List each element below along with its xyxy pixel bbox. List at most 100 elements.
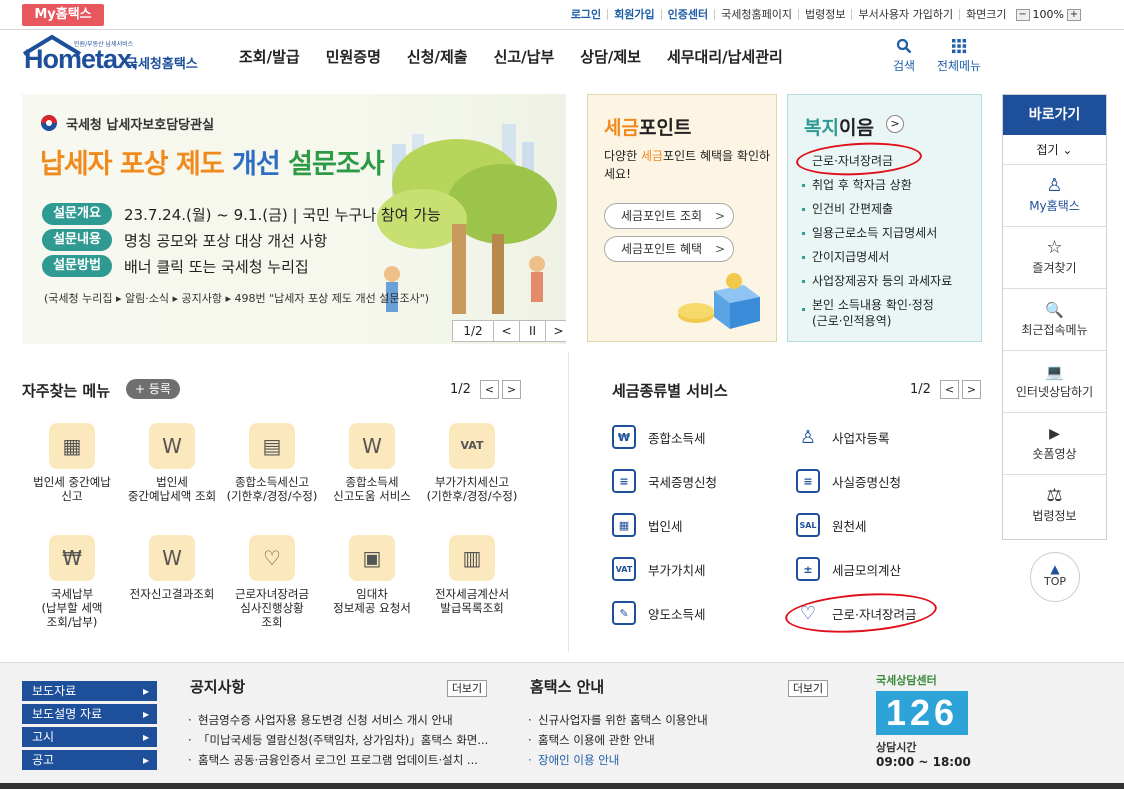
frequent-item-incentive-status[interactable]: ♡ 근로자녀장려금 심사진행상황 조회 <box>222 535 322 629</box>
scroll-top-button[interactable]: ▲ TOP <box>1030 552 1080 602</box>
frequent-item-lease-info[interactable]: ▣ 임대차 정보제공 요청서 <box>322 535 422 615</box>
guide-item[interactable]: 신규사업자를 위한 홈택스 이용안내 <box>528 710 708 730</box>
signup-link[interactable]: 회원가입 <box>607 9 660 20</box>
guide-item[interactable]: 장애인 이용 안내 <box>528 750 708 770</box>
survey-banner[interactable]: 국세청 납세자보호담당관실 납세자 포상 제도 개선 설문조사 설문개요 23.… <box>22 94 566 344</box>
notice-gazette-link[interactable]: 고시 ▸ <box>22 727 157 747</box>
tax-point-inquiry-button[interactable]: > 세금포인트 조회 <box>604 203 734 229</box>
add-frequent-menu-button[interactable]: + 등록 <box>126 379 180 399</box>
welfare-item-simple-statement[interactable]: 간이지급명세서 <box>800 245 952 269</box>
red-highlight-mark <box>783 588 939 638</box>
quick-favorites[interactable]: ☆ 즐겨찾기 <box>1003 227 1106 289</box>
frequent-prev-button[interactable]: < <box>479 380 499 399</box>
banner-pause-button[interactable]: II <box>519 321 545 341</box>
guide-item[interactable]: 홈택스 이용에 관한 안내 <box>528 730 708 750</box>
welfare-more-button[interactable]: > <box>886 115 904 133</box>
service-income-tax[interactable]: ₩ 종합소득세 <box>612 425 706 449</box>
frequent-next-button[interactable]: > <box>501 380 521 399</box>
frequent-item-vat-filing[interactable]: VAT 부가가치세신고 (기한후/경정/수정) <box>422 423 522 503</box>
welfare-item-income-check[interactable]: 본인 소득내용 확인·정정 <box>800 297 952 313</box>
press-release-link[interactable]: 보도자료 ▸ <box>22 681 157 701</box>
tax-services-next-button[interactable]: > <box>961 380 981 399</box>
nts-home-link[interactable]: 국세청홈페이지 <box>714 9 798 20</box>
frequent-item-corp-interim-filing[interactable]: ▦ 법인세 중간예납 신고 <box>22 423 122 503</box>
quick-recent-menu[interactable]: 🔍 최근접속메뉴 <box>1003 289 1106 351</box>
nav-tax-agent[interactable]: 세무대리/납세관리 <box>654 46 796 67</box>
zoom-out-button[interactable]: − <box>1015 8 1030 21</box>
service-corporate-tax[interactable]: ▦ 법인세 <box>612 513 683 537</box>
notice-item[interactable]: 「미납국세등 열람신청(주택임차, 상가임차)」홈택스 화면... <box>188 730 488 750</box>
tax-point-title: 세금포인트 <box>604 113 691 140</box>
service-label: 부가가치세 <box>648 562 706 578</box>
scroll-top-label: TOP <box>1043 575 1066 588</box>
service-transfer-income-tax[interactable]: ✎ 양도소득세 <box>612 601 706 625</box>
frequent-item-label: 법인세 중간예납 신고 <box>33 475 111 503</box>
caret-up-icon: ▲ <box>1050 562 1060 576</box>
login-link[interactable]: 로그인 <box>565 9 607 20</box>
notice-more-button[interactable]: 더보기 <box>447 680 487 697</box>
frequent-item-income-tax-help[interactable]: W 종합소득세 신고도움 서비스 <box>322 423 422 503</box>
notice-item[interactable]: 현금영수증 사업자용 용도변경 신청 서비스 개시 안내 <box>188 710 488 730</box>
cert-center-link[interactable]: 인증센터 <box>660 9 714 20</box>
zoom-in-button[interactable]: + <box>1067 8 1081 21</box>
section-divider <box>568 352 569 652</box>
frequent-item-income-tax-filing[interactable]: ▤ 종합소득세신고 (기한후/경정/수정) <box>222 423 322 503</box>
nav-inquiry[interactable]: 조회/발급 <box>226 46 313 67</box>
welfare-item-daily-income[interactable]: 일용근로소득 지급명세서 <box>800 221 952 245</box>
quick-short-video[interactable]: ▶ 숏폼영상 <box>1003 413 1106 475</box>
search-button[interactable]: 검색 <box>888 38 920 74</box>
press-release-label: 보도자료 <box>32 684 77 698</box>
all-menu-button[interactable]: 전체메뉴 <box>932 38 986 74</box>
service-label: 국세증명신청 <box>648 474 718 490</box>
notice-gazette-label: 고시 <box>32 730 55 744</box>
frequent-item-corp-interim-inquiry[interactable]: W 법인세 중간예납세액 조회 <box>122 423 222 503</box>
service-business-registration[interactable]: ♙ 사업자등록 <box>796 425 890 449</box>
welfare-card: 복지이음 > 근로·자녀장려금 취업 후 학자금 상환 인건비 간편제출 일용근… <box>787 94 982 342</box>
banner-next-button[interactable]: > <box>545 321 566 341</box>
service-tax-certificate[interactable]: ≡ 국세증명신청 <box>612 469 717 493</box>
frequent-item-tax-payment[interactable]: ₩ 국세납부 (납부할 세액 조회/납부) <box>22 535 122 629</box>
document-icon: ≡ <box>796 469 820 493</box>
public-announcement-link[interactable]: 공고 ▸ <box>22 750 157 770</box>
frequent-item-e-invoice-list[interactable]: ▥ 전자세금계산서 발급목록조회 <box>422 535 522 615</box>
banner-prev-button[interactable]: < <box>493 321 519 341</box>
fold-button[interactable]: 접기 ⌄ <box>1003 135 1106 165</box>
guide-more-button[interactable]: 더보기 <box>788 680 828 697</box>
banner-text-content: 명칭 공모와 포상 대상 개선 사항 <box>124 232 328 250</box>
nav-filing[interactable]: 신고/납부 <box>481 46 568 67</box>
document-search-icon: W <box>149 423 195 469</box>
nav-application[interactable]: 신청/제출 <box>394 46 481 67</box>
welfare-item-labor-cost[interactable]: 인건비 간편제출 <box>800 197 952 221</box>
dept-user-join-link[interactable]: 부서사용자 가입하기 <box>851 9 959 20</box>
person-icon: ♙ <box>799 426 817 448</box>
hometax-logo[interactable]: 민원/부동산 납세서비스 Hometax. 국세청홈택스 <box>22 34 212 76</box>
quick-my-hometax[interactable]: ♙ My홈택스 <box>1003 165 1106 227</box>
my-hometax-tab[interactable]: My홈택스 <box>22 4 104 26</box>
frequent-item-label: 임대차 정보제공 요청서 <box>333 587 411 615</box>
document-pen-icon: ▣ <box>349 535 395 581</box>
salary-icon: SAL <box>796 513 820 537</box>
notice-item[interactable]: 홈택스 공동·금융인증서 로그인 프로그램 업데이트·설치 ... <box>188 750 488 770</box>
frequent-item-e-filing-result[interactable]: W 전자신고결과조회 <box>122 535 222 601</box>
welfare-item-student-loan[interactable]: 취업 후 학자금 상환 <box>800 173 952 197</box>
welfare-item-business-place[interactable]: 사업장제공자 등의 과세자료 <box>800 269 952 293</box>
welfare-title[interactable]: 복지이음 <box>804 113 874 140</box>
service-withholding-tax[interactable]: SAL 원천세 <box>796 513 867 537</box>
tax-point-benefit-button[interactable]: > 세금포인트 혜택 <box>604 236 734 262</box>
tax-services-prev-button[interactable]: < <box>939 380 959 399</box>
nav-consult[interactable]: 상담/제보 <box>567 46 654 67</box>
service-tax-simulation[interactable]: ± 세금모의계산 <box>796 557 901 581</box>
nav-certificate[interactable]: 민원증명 <box>313 46 394 67</box>
chevron-right-icon: > <box>714 209 725 223</box>
service-fact-certificate[interactable]: ≡ 사실증명신청 <box>796 469 901 493</box>
main-navigation: 조회/발급 민원증명 신청/제출 신고/납부 상담/제보 세무대리/납세관리 <box>226 46 796 67</box>
law-info-link[interactable]: 법령정보 <box>798 9 851 20</box>
service-label: 원천세 <box>832 518 867 534</box>
service-vat[interactable]: VAT 부가가치세 <box>612 557 706 581</box>
quick-law-info[interactable]: ⚖ 법령정보 <box>1003 475 1106 537</box>
press-explanation-link[interactable]: 보도설명 자료 ▸ <box>22 704 157 724</box>
quick-online-consult[interactable]: 💻 인터넷상담하기 <box>1003 351 1106 413</box>
welfare-list: 근로·자녀장려금 취업 후 학자금 상환 인건비 간편제출 일용근로소득 지급명… <box>800 149 952 329</box>
frequent-item-label: 전자신고결과조회 <box>129 587 215 601</box>
tax-services-pager: 1/2 < > <box>910 380 981 399</box>
